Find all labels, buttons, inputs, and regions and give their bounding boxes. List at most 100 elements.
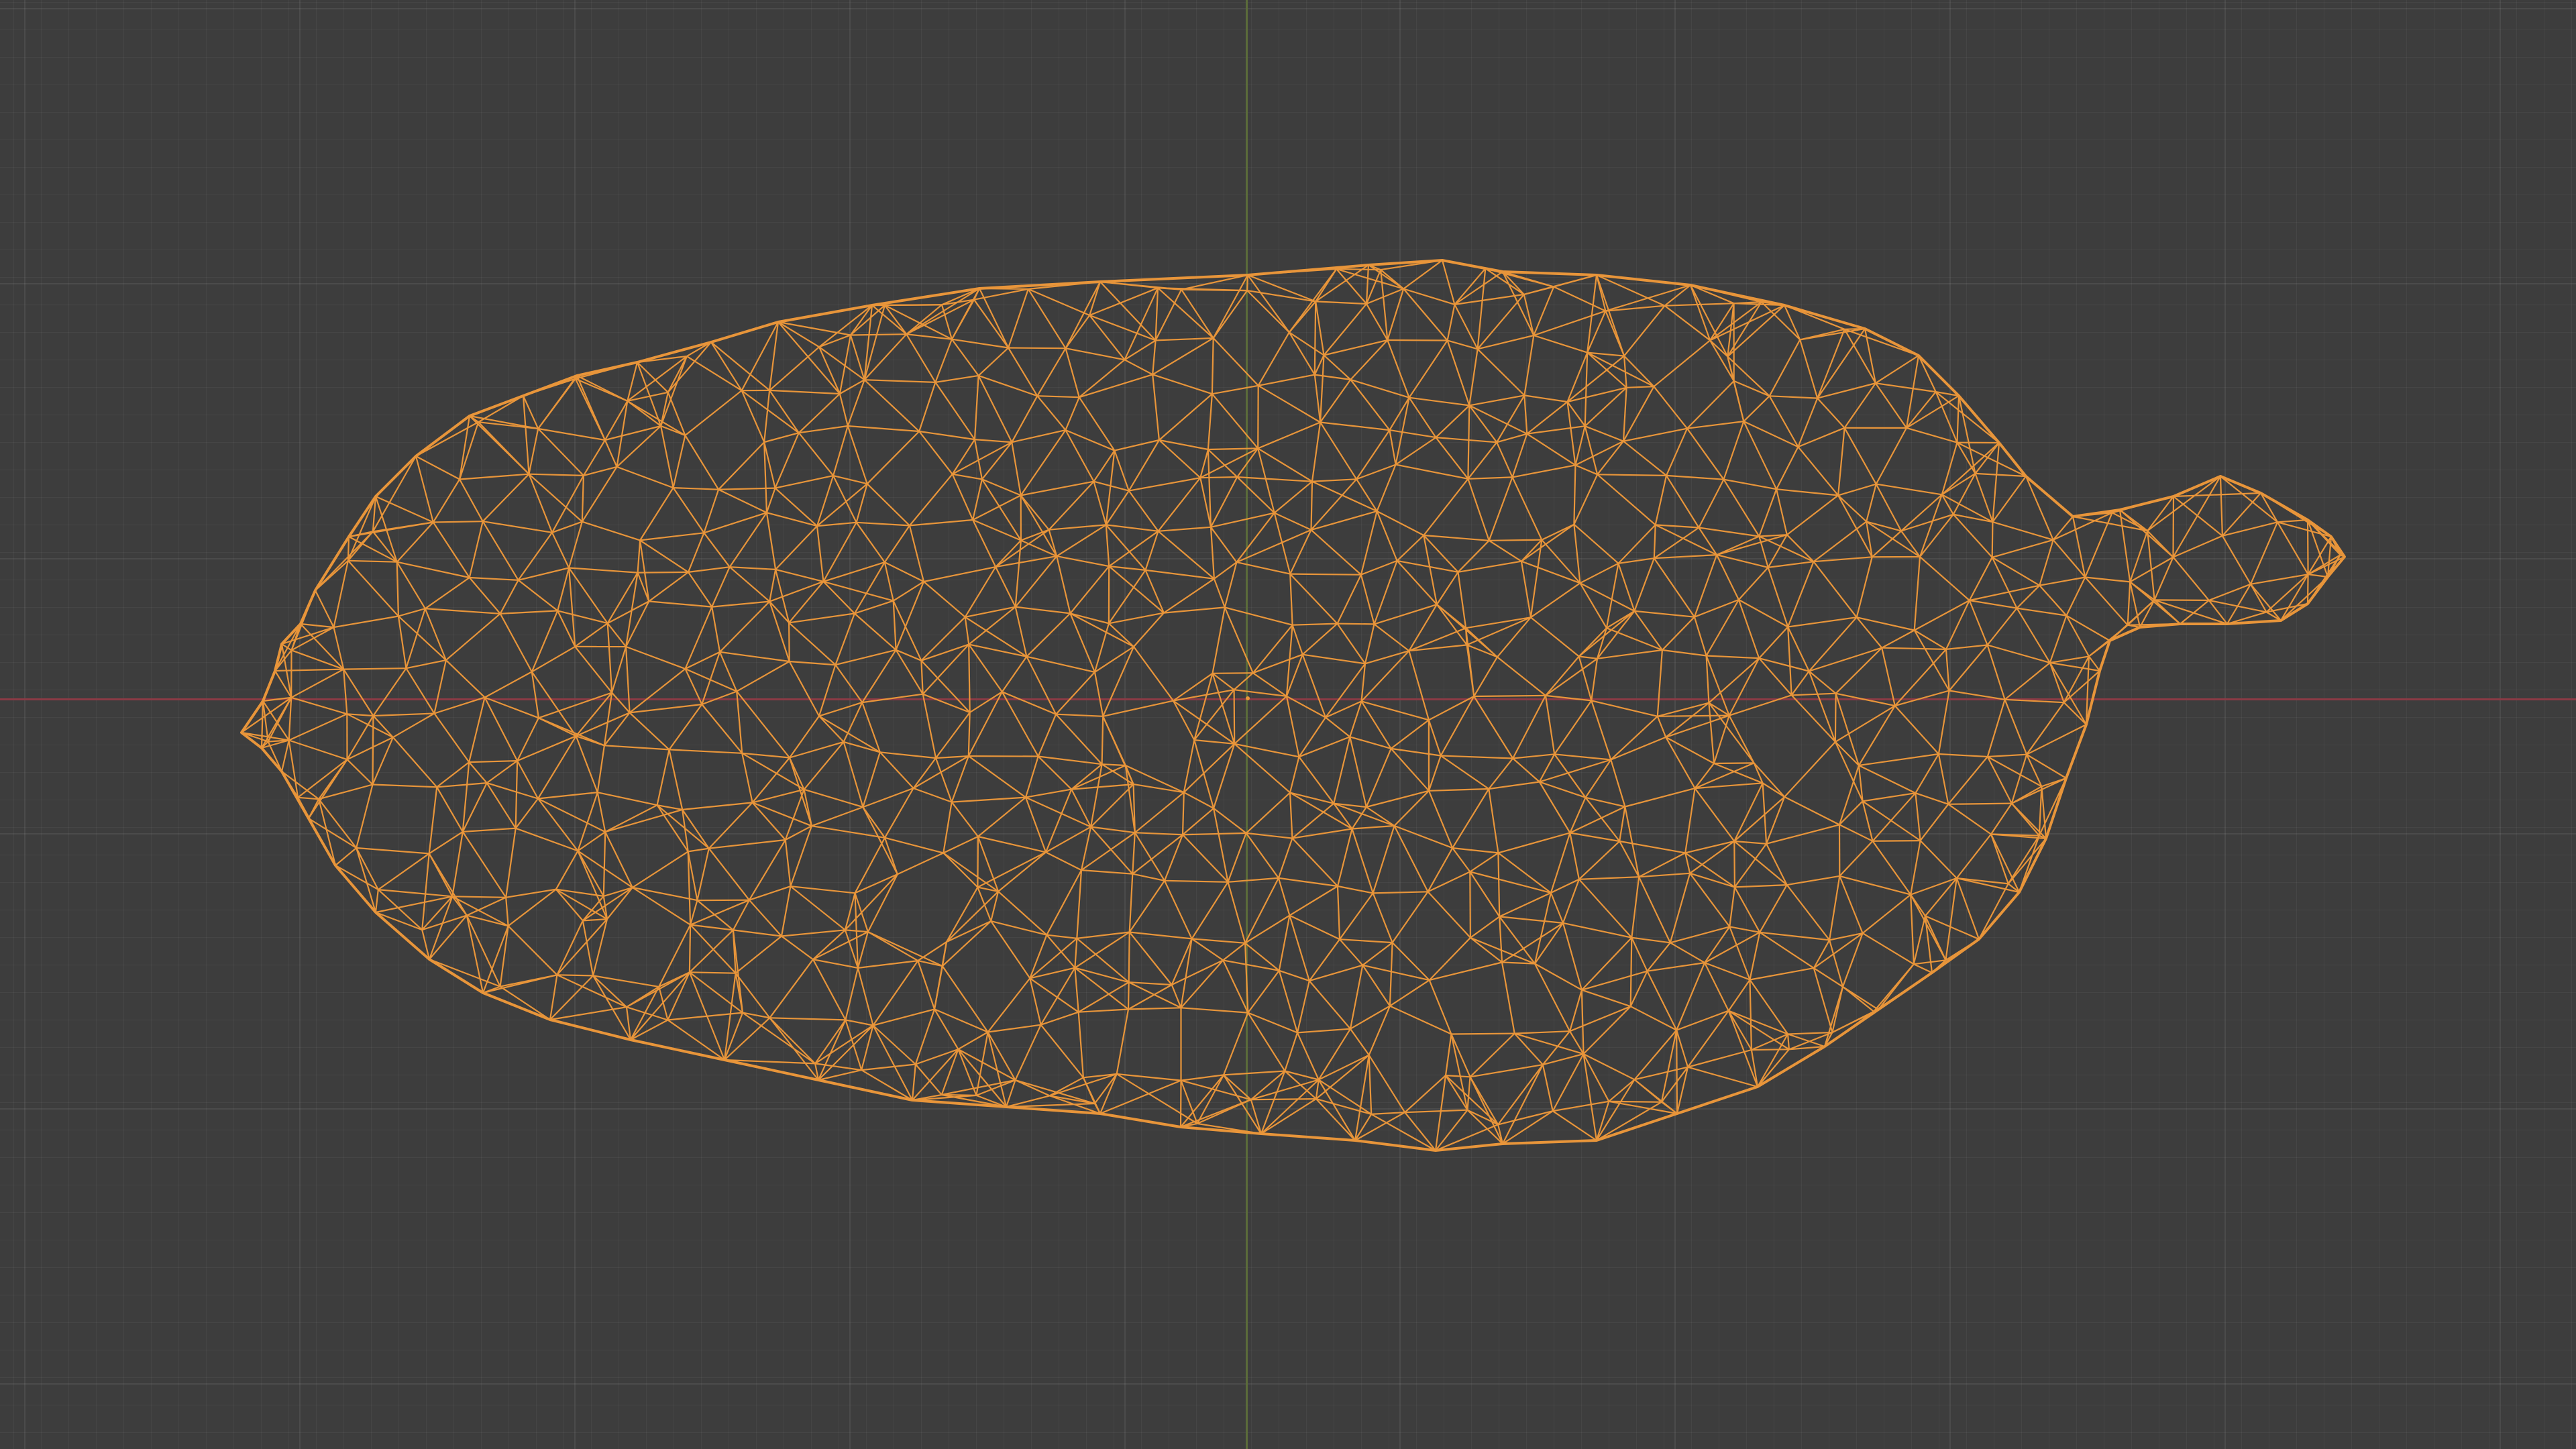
mesh-edge [2052, 539, 2086, 578]
mesh-edge [790, 885, 855, 894]
mesh-edge [1766, 843, 1788, 885]
mesh-edge [333, 627, 345, 669]
mesh-edge [1768, 561, 1814, 568]
mesh-edge [468, 761, 488, 784]
mesh-edge [1569, 806, 1625, 834]
wireframe-mesh[interactable] [0, 0, 2576, 1449]
mesh-edge [972, 494, 1022, 521]
mesh-edge [1324, 339, 1388, 356]
mesh-edge [1350, 378, 1409, 398]
mesh-edge [1132, 833, 1136, 874]
mesh-edge [1273, 480, 1313, 514]
mesh-edge [1654, 475, 1668, 525]
mesh-edge [611, 646, 627, 693]
mesh-edge [375, 911, 423, 931]
mesh-edge [1320, 421, 1358, 480]
mesh-edge [845, 929, 868, 933]
mesh-edge [1389, 429, 1397, 465]
mesh-edge [763, 390, 771, 443]
mesh-edge [469, 760, 518, 763]
mesh-edge [690, 900, 698, 925]
mesh-edge [2127, 582, 2131, 625]
mesh-edge [451, 896, 468, 916]
mesh-edge [1212, 384, 1258, 395]
mesh-edge [1440, 755, 1513, 759]
mesh-edge [468, 697, 486, 763]
mesh-edge [1608, 1079, 1635, 1102]
mesh-edge [729, 566, 770, 602]
mesh-edge [689, 971, 736, 974]
mesh-edge [2172, 476, 2221, 558]
mesh-edge [406, 659, 447, 669]
mesh-edge [941, 304, 953, 340]
mesh-edge [1622, 387, 1627, 441]
mesh-edge [1049, 524, 1106, 531]
mesh-edge [1012, 429, 1066, 443]
mesh-edge [505, 897, 509, 926]
mesh-edge [724, 1017, 771, 1061]
mesh-edge [951, 801, 979, 837]
mesh-edge [775, 525, 818, 570]
mesh-edge [1435, 405, 1470, 438]
mesh-edge [968, 644, 971, 713]
mesh-edge [1466, 616, 1532, 646]
mesh-edge [1915, 793, 1921, 841]
mesh-edge [2277, 521, 2309, 575]
3d-viewport[interactable] [0, 0, 2576, 1449]
mesh-edge [1866, 484, 1877, 522]
mesh-edge [1373, 623, 1410, 652]
mesh-edge [951, 474, 974, 521]
mesh-edge [1473, 696, 1514, 759]
mesh-edge [1573, 474, 1599, 525]
mesh-edge [1955, 877, 1980, 940]
mesh-edge [1065, 429, 1095, 482]
mesh-edge [1945, 644, 1988, 650]
mesh-edge [1213, 578, 1226, 608]
mesh-edge [1647, 962, 1705, 972]
mesh-edge [2004, 699, 2028, 755]
mesh-edge [1497, 852, 1552, 894]
mesh-edge [1336, 574, 1362, 625]
mesh-edge [1002, 691, 1057, 715]
mesh-edge [1858, 753, 1939, 767]
mesh-edge [934, 757, 953, 802]
mesh-edge [1373, 891, 1428, 894]
mesh-edge [1391, 942, 1430, 981]
mesh-edge [719, 600, 770, 653]
mesh-edge [517, 735, 577, 762]
mesh-edge [1623, 440, 1667, 476]
mesh-edge [415, 455, 434, 523]
mesh-edge [1894, 649, 1947, 706]
mesh-edge [1676, 1030, 1678, 1114]
mesh-edge [335, 847, 357, 866]
mesh-edge [577, 850, 604, 897]
mesh-edge [1155, 337, 1214, 341]
mesh-edge [1037, 755, 1072, 790]
mesh-edge [1207, 394, 1213, 450]
mesh-edge [466, 915, 484, 994]
mesh-edge [862, 806, 898, 875]
mesh-edge [1956, 395, 1960, 443]
mesh-edge [752, 788, 804, 804]
mesh-edge [1497, 853, 1501, 917]
mesh-edge [602, 832, 606, 896]
mesh-edge [1662, 616, 1695, 651]
mesh-edge [1919, 556, 1970, 601]
mesh-edge [1337, 623, 1375, 625]
mesh-edge [1069, 612, 1096, 673]
mesh-edge [1512, 695, 1546, 759]
mesh-edge [951, 338, 1009, 349]
mesh-edge [297, 759, 348, 798]
mesh-edge [1227, 833, 1247, 883]
mesh-edge [1595, 274, 1625, 356]
mesh-edge [1578, 876, 1640, 880]
mesh-edge [867, 873, 898, 932]
mesh-edge [1466, 644, 1498, 658]
mesh-edge [1028, 288, 1090, 317]
mesh-edge [1511, 476, 1543, 541]
mesh-edge [482, 521, 519, 581]
mesh-edge [288, 739, 347, 761]
mesh-edge [922, 693, 971, 714]
mesh-edge [1733, 380, 1745, 422]
mesh-edge [1790, 670, 1810, 696]
